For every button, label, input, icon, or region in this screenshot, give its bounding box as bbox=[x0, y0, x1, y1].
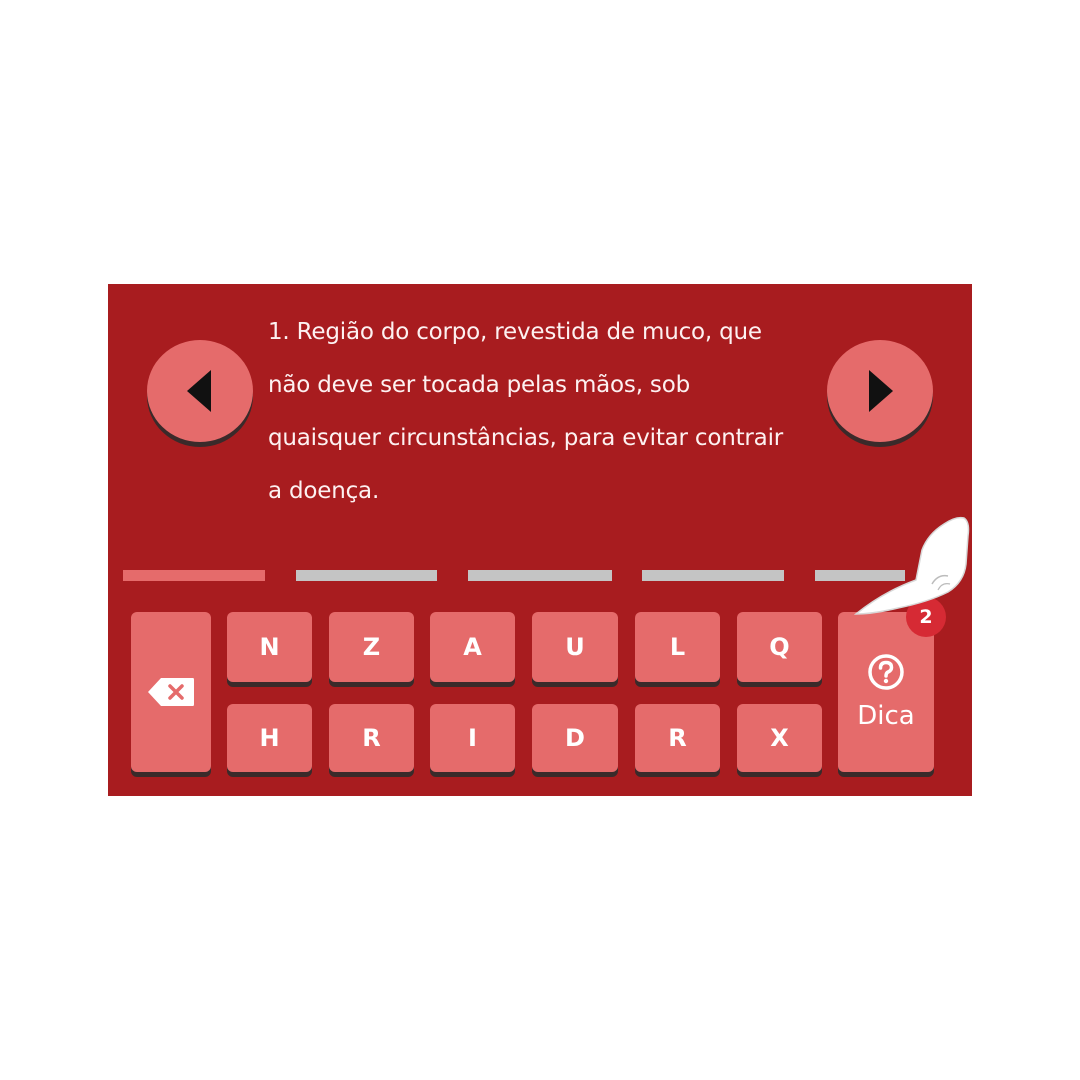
letter-key[interactable]: X bbox=[737, 704, 822, 772]
hand-pointer-icon bbox=[853, 516, 970, 615]
question-circle-icon bbox=[868, 654, 904, 690]
letter-key[interactable]: Q bbox=[737, 612, 822, 682]
clue-text: 1. Região do corpo, revestida de muco, q… bbox=[268, 306, 818, 518]
answer-slot-2 bbox=[296, 570, 437, 581]
clue-line: não deve ser tocada pelas mãos, sob bbox=[268, 372, 690, 398]
triangle-left-icon bbox=[187, 370, 211, 412]
clue-line: a doença. bbox=[268, 478, 380, 504]
answer-slot-3 bbox=[468, 570, 612, 581]
hint-label: Dica bbox=[857, 701, 915, 731]
triangle-right-icon bbox=[869, 370, 893, 412]
letter-key[interactable]: I bbox=[430, 704, 515, 772]
answer-slot-4 bbox=[642, 570, 784, 581]
letter-key[interactable]: N bbox=[227, 612, 312, 682]
letter-key[interactable]: H bbox=[227, 704, 312, 772]
letter-key[interactable]: R bbox=[329, 704, 414, 772]
next-clue-button[interactable] bbox=[827, 340, 933, 442]
letter-key[interactable]: L bbox=[635, 612, 720, 682]
previous-clue-button[interactable] bbox=[147, 340, 253, 442]
letter-key[interactable]: R bbox=[635, 704, 720, 772]
clue-line: quaisquer circunstâncias, para evitar co… bbox=[268, 425, 784, 451]
clue-line: 1. Região do corpo, revestida de muco, q… bbox=[268, 319, 762, 345]
letter-key[interactable]: A bbox=[430, 612, 515, 682]
answer-slot-1 bbox=[123, 570, 265, 581]
letter-key[interactable]: U bbox=[532, 612, 618, 682]
backspace-icon bbox=[148, 678, 194, 706]
letter-key[interactable]: Z bbox=[329, 612, 414, 682]
game-panel: 1. Região do corpo, revestida de muco, q… bbox=[108, 284, 972, 796]
delete-button[interactable] bbox=[131, 612, 211, 772]
letter-key[interactable]: D bbox=[532, 704, 618, 772]
